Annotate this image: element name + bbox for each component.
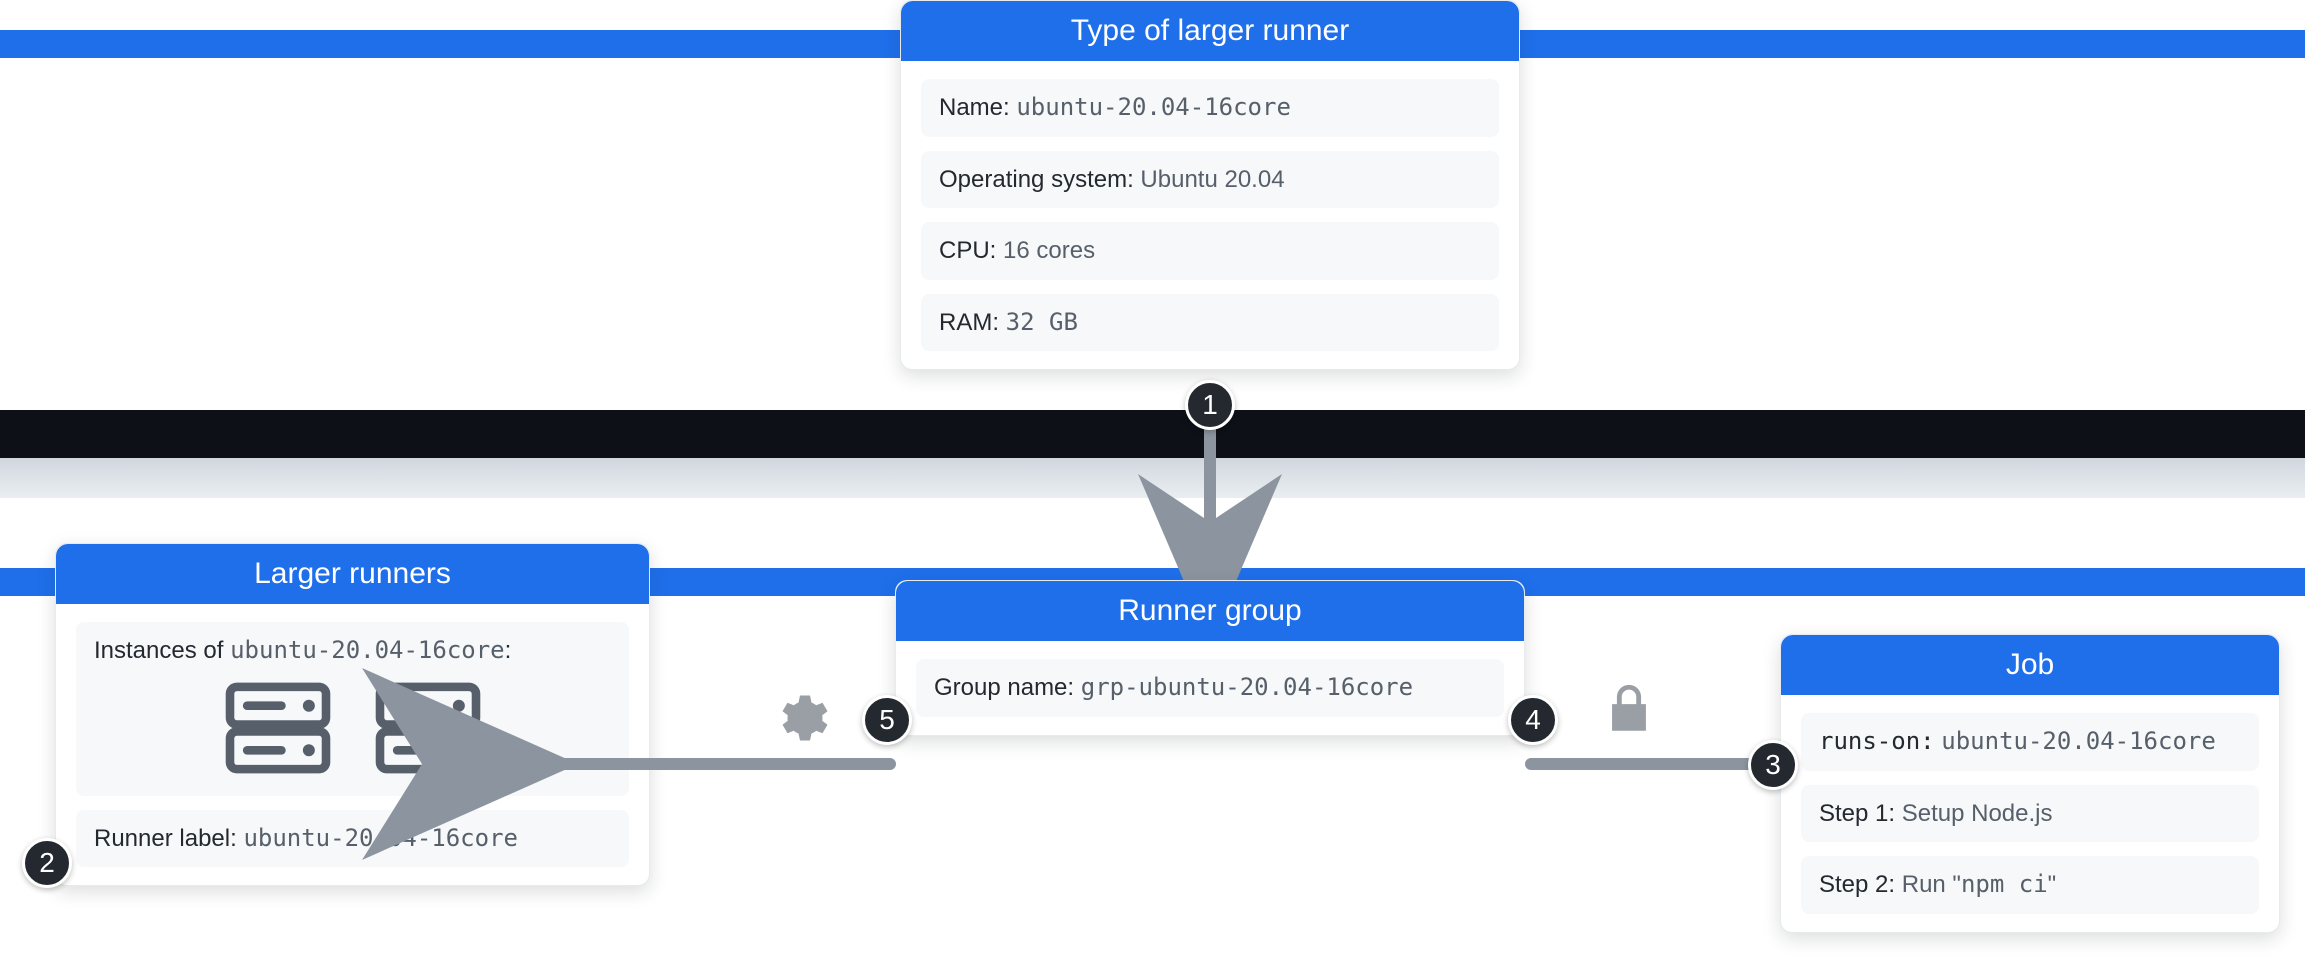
group-card: Runner group Group name: grp-ubuntu-20.0… bbox=[895, 580, 1525, 736]
type-ram-label: RAM: bbox=[939, 309, 999, 336]
lock-icon bbox=[1600, 680, 1660, 740]
gear-icon bbox=[770, 688, 830, 748]
job-step2-mono: npm ci bbox=[1961, 870, 2048, 898]
type-ram-field: RAM: 32 GB bbox=[921, 294, 1499, 352]
runners-label-value: ubuntu-20.04-16core bbox=[243, 824, 518, 852]
job-runs-on-label: runs-on: bbox=[1819, 727, 1935, 755]
runners-label-label: Runner label: bbox=[94, 825, 237, 852]
badge-1: 1 bbox=[1185, 380, 1235, 430]
runners-card-title: Larger runners bbox=[56, 544, 649, 604]
job-card: Job runs-on: ubuntu-20.04-16core Step 1:… bbox=[1780, 634, 2280, 933]
runners-instances-value: ubuntu-20.04-16core bbox=[230, 636, 505, 664]
job-step1-label: Step 1: bbox=[1819, 800, 1895, 827]
job-step2-post: " bbox=[2048, 871, 2057, 898]
badge-1-text: 1 bbox=[1202, 389, 1218, 421]
group-name-field: Group name: grp-ubuntu-20.04-16core bbox=[916, 659, 1504, 717]
job-runs-on-value: ubuntu-20.04-16core bbox=[1941, 727, 2216, 755]
badge-2-text: 2 bbox=[39, 847, 55, 879]
arrow-1-down bbox=[1200, 430, 1224, 580]
type-name-value: ubuntu-20.04-16core bbox=[1016, 93, 1291, 121]
type-os-value: Ubuntu 20.04 bbox=[1140, 166, 1284, 193]
runners-card: Larger runners Instances of ubuntu-20.04… bbox=[55, 543, 650, 886]
badge-5: 5 bbox=[862, 695, 912, 745]
server-icon bbox=[373, 680, 483, 776]
group-card-body: Group name: grp-ubuntu-20.04-16core bbox=[896, 641, 1524, 735]
type-card-title: Type of larger runner bbox=[901, 1, 1519, 61]
badge-5-text: 5 bbox=[879, 704, 895, 736]
gray-band bbox=[0, 458, 2305, 498]
type-card: Type of larger runner Name: ubuntu-20.04… bbox=[900, 0, 1520, 370]
group-name-label: Group name: bbox=[934, 674, 1074, 701]
job-card-body: runs-on: ubuntu-20.04-16core Step 1: Set… bbox=[1781, 695, 2279, 932]
arrow-left bbox=[500, 740, 900, 790]
badge-4-text: 4 bbox=[1525, 704, 1541, 736]
job-step2-field: Step 2: Run "npm ci" bbox=[1801, 856, 2259, 914]
runners-instances-label: Instances of bbox=[94, 637, 223, 664]
type-cpu-value: 16 cores bbox=[1003, 237, 1095, 264]
badge-4: 4 bbox=[1508, 695, 1558, 745]
runners-instances-suffix: : bbox=[505, 637, 512, 664]
badge-3-text: 3 bbox=[1765, 749, 1781, 781]
badge-2: 2 bbox=[22, 838, 72, 888]
type-os-label: Operating system: bbox=[939, 166, 1134, 193]
type-card-body: Name: ubuntu-20.04-16core Operating syst… bbox=[901, 61, 1519, 369]
type-name-field: Name: ubuntu-20.04-16core bbox=[921, 79, 1499, 137]
type-cpu-field: CPU: 16 cores bbox=[921, 222, 1499, 280]
dark-band bbox=[0, 410, 2305, 458]
runners-label-field: Runner label: ubuntu-20.04-16core bbox=[76, 810, 629, 868]
job-step1-field: Step 1: Setup Node.js bbox=[1801, 785, 2259, 843]
type-ram-value: 32 GB bbox=[1006, 308, 1078, 336]
job-runs-on-field: runs-on: ubuntu-20.04-16core bbox=[1801, 713, 2259, 771]
server-icon bbox=[223, 680, 333, 776]
job-step1-value: Setup Node.js bbox=[1902, 800, 2053, 827]
type-name-label: Name: bbox=[939, 94, 1010, 121]
arrow-right-line bbox=[1525, 758, 1785, 770]
job-card-title: Job bbox=[1781, 635, 2279, 695]
group-name-value: grp-ubuntu-20.04-16core bbox=[1081, 673, 1413, 701]
type-os-field: Operating system: Ubuntu 20.04 bbox=[921, 151, 1499, 209]
type-cpu-label: CPU: bbox=[939, 237, 996, 264]
badge-3: 3 bbox=[1748, 740, 1798, 790]
job-step2-pre: Run " bbox=[1902, 871, 1961, 898]
group-card-title: Runner group bbox=[896, 581, 1524, 641]
job-step2-label: Step 2: bbox=[1819, 871, 1895, 898]
